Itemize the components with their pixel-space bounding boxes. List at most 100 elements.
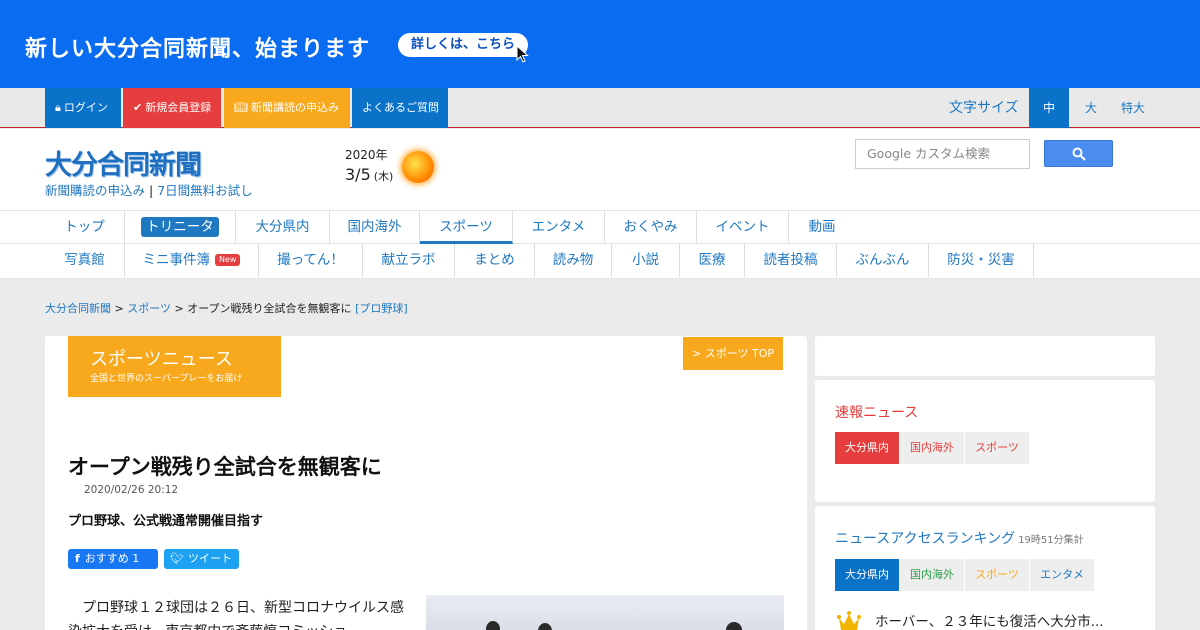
breaking-news-title: 速報ニュース [835,405,919,421]
nav-mini-cases[interactable]: ミニ事件簿 New [125,244,259,277]
article-subtitle: プロ野球、公式戦通常開催目指す [68,514,264,529]
ranking-tab-entertainment[interactable]: エンタメ [1030,559,1094,591]
font-size-large[interactable]: 大 [1073,88,1109,128]
faq-label: よくあるご質問 [362,101,439,114]
faq-button[interactable]: よくあるご質問 [352,88,448,128]
sublink-separator: | [149,183,154,198]
login-button[interactable]: 🔒︎ ログイン [45,88,121,128]
sidebar-ad-slot [815,336,1155,376]
nav-reading[interactable]: 読み物 [535,244,612,277]
date-weekday: (木) [373,170,394,183]
header-sublinks: 新聞購読の申込み | 7日間無料お試し [45,180,253,199]
login-label: ログイン [63,101,108,114]
ranking-item[interactable]: ホーバー、２３年にも復活へ大分市... [875,610,1104,630]
search-button[interactable] [1044,140,1113,167]
sports-top-link[interactable]: > スポーツ TOP [683,337,783,370]
site-header: 大分合同新聞 新聞購読の申込み | 7日間無料お試し 2020年 3/5 (木) Go… [0,129,1200,210]
crown-icon [837,611,861,630]
nav-summaries[interactable]: まとめ [455,244,535,277]
subscribe-button[interactable]: 📖︎ 新聞講読の申込み [224,88,350,128]
cursor-icon [516,45,529,63]
register-button[interactable]: ✔ 新規会員登録 [123,88,221,128]
breadcrumb-tag[interactable]: [プロ野球] [355,302,408,315]
breadcrumb-home[interactable]: 大分合同新聞 [45,302,111,315]
check-circle-icon: ✔ [133,101,143,114]
twitter-share-label: ツイート [187,552,232,565]
article-body: プロ野球１２球団は２６日、新型コロナウイルス感染拡大を受け、東京都内で斉藤惇コミ… [68,600,404,630]
ranking-title-text: ニュースアクセスランキング [835,531,1016,547]
breadcrumb-section[interactable]: スポーツ [127,302,171,315]
ranking-tab-sports[interactable]: スポーツ [965,559,1029,591]
section-header: スポーツニュース 全国と世界のスーパープレーをお届け [68,336,281,397]
font-size-label: 文字サイズ [949,100,1019,116]
ranking-panel: ニュースアクセスランキング 19時51分集計 大分県内 国内海外 スポーツ エンタ… [815,506,1155,630]
free-trial-link[interactable]: 7日間無料お試し [157,183,252,198]
banner-details-button[interactable]: 詳しくは、こちら [398,33,528,57]
nav-reader-posts[interactable]: 読者投稿 [745,244,837,277]
nav-events[interactable]: イベント [697,211,789,244]
nav-domestic-overseas[interactable]: 国内海外 [330,211,420,244]
nav-bunbun[interactable]: ぶんぶん [837,244,929,277]
date-day-value: 3/5 [345,165,371,184]
lock-icon: 🔒︎ [55,101,61,114]
font-size-medium[interactable]: 中 [1029,88,1069,128]
subscription-link[interactable]: 新聞購読の申込み [45,183,145,198]
subscribe-label: 新聞講読の申込み [250,101,339,114]
search-icon [1072,147,1086,161]
photo-person [538,623,552,630]
nav-mini-cases-label: ミニ事件簿 [142,252,211,268]
twitter-icon: 🐦︎ [170,552,184,565]
facebook-icon: f [75,552,80,565]
breadcrumb-sep-1: > [114,302,124,315]
nav-oita[interactable]: 大分県内 [236,211,330,244]
twitter-share-button[interactable]: 🐦︎ ツイート [164,549,239,569]
article-date: 2020/02/26 20:12 [84,484,179,496]
promo-banner[interactable]: 新しい大分合同新聞、始まります 詳しくは、こちら [0,0,1200,88]
breadcrumb-sep-2: > [174,302,184,315]
banner-text: 新しい大分合同新聞、始まります [25,37,371,62]
nav-disaster[interactable]: 防災・災害 [929,244,1034,277]
ranking-note: 19時51分集計 [1018,535,1084,546]
breaking-tab-oita[interactable]: 大分県内 [835,432,899,464]
nav-photos[interactable]: 写真館 [45,244,125,277]
nav-sports[interactable]: スポーツ [420,211,513,244]
book-icon: 📖︎ [234,101,248,114]
nav-entertainment[interactable]: エンタメ [513,211,605,244]
nav-medical[interactable]: 医療 [680,244,745,277]
section-title: スポーツニュース [90,349,233,370]
nav-video[interactable]: 動画 [789,211,855,244]
search-input[interactable]: Google カスタム検索 [855,139,1030,169]
register-label: 新規会員登録 [145,101,212,114]
ranking-tab-domestic[interactable]: 国内海外 [900,559,964,591]
ranking-title: ニュースアクセスランキング 19時51分集計 [835,528,1084,548]
secondary-nav: 写真館 ミニ事件簿 New 撮ってん！ 献立ラボ まとめ 読み物 小説 医療 読者… [0,244,1200,279]
date-year: 2020年 [345,148,388,162]
nav-trinita[interactable]: トリニータ [125,211,236,244]
section-subtitle: 全国と世界のスーパープレーをお届け [90,374,243,384]
nav-obituaries[interactable]: おくやみ [605,211,697,244]
nav-snapshots[interactable]: 撮ってん！ [259,244,363,277]
site-logo[interactable]: 大分合同新聞 [45,143,202,182]
nav-trinita-label: トリニータ [141,217,219,237]
font-size-xlarge[interactable]: 特大 [1112,88,1154,128]
breaking-tab-sports[interactable]: スポーツ [965,432,1029,464]
member-toolbar: 🔒︎ ログイン ✔ 新規会員登録 📖︎ 新聞講読の申込み よくあるご質問 文字サイズ … [0,88,1200,128]
nav-recipe-lab[interactable]: 献立ラボ [363,244,455,277]
article-title: オープン戦残り全試合を無観客に [68,455,382,479]
article-photo[interactable] [426,595,784,630]
ranking-tab-oita[interactable]: 大分県内 [835,559,899,591]
nav-novels[interactable]: 小説 [612,244,680,277]
breaking-news-panel: 速報ニュース 大分県内 国内海外 スポーツ [815,380,1155,502]
sunny-icon [402,151,434,183]
breaking-tab-domestic[interactable]: 国内海外 [900,432,964,464]
photo-person [726,622,742,630]
facebook-share-label: おすすめ 1 [84,552,140,565]
facebook-share-button[interactable]: f おすすめ 1 [68,549,158,569]
new-badge: New [215,254,241,266]
article-panel: スポーツニュース 全国と世界のスーパープレーをお届け > スポーツ TOP オー… [45,336,807,630]
date-day: 3/5 (木) [345,165,393,184]
breadcrumb-current: オープン戦残り全試合を無観客に [187,302,352,315]
nav-top[interactable]: トップ [45,211,125,244]
breadcrumb: 大分合同新聞 > スポーツ > オープン戦残り全試合を無観客に [プロ野球] [45,300,408,316]
photo-person [486,621,500,630]
